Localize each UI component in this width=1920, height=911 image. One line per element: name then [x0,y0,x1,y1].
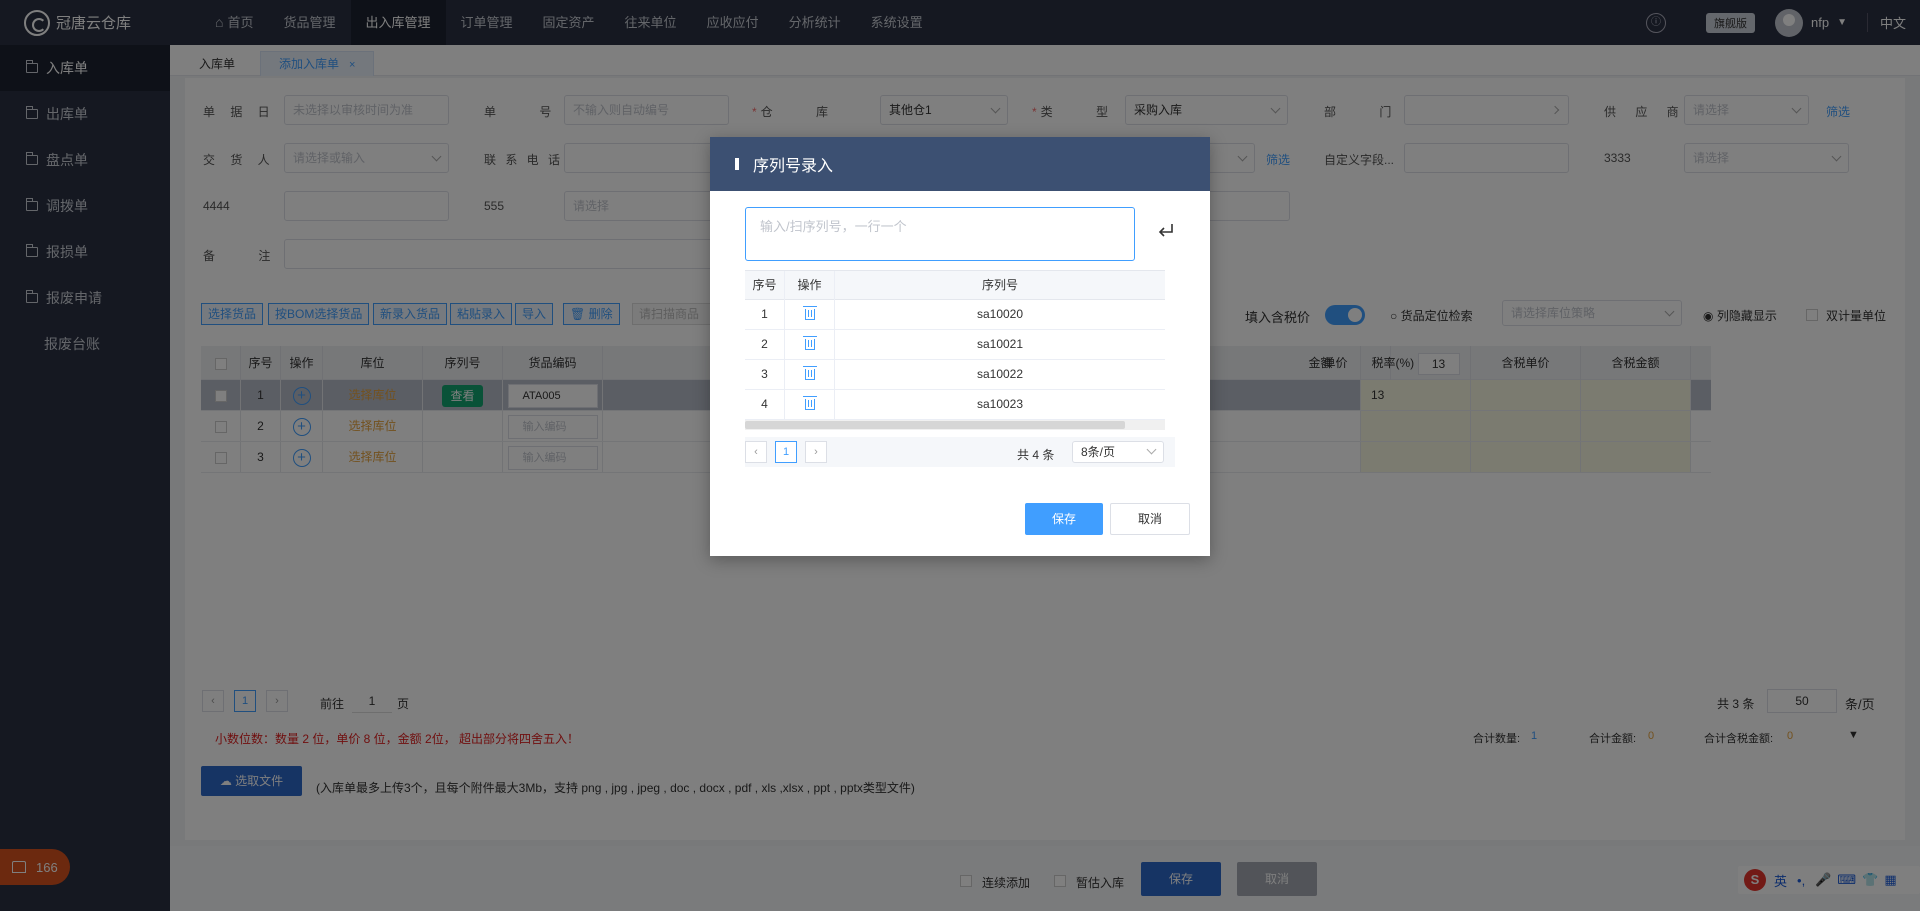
serial-table-header: 序号 操作 序列号 [745,270,1165,300]
serial-value: sa10020 [976,307,1024,321]
table-row: 2 sa10021 [745,330,1165,360]
dialog-pager: ‹ 1 › 共 4 条 8条/页 [745,437,1175,467]
horizontal-scrollbar[interactable] [745,420,1165,430]
trash-icon[interactable] [802,366,817,381]
dialog-prev-page[interactable]: ‹ [745,441,767,463]
dialog-page-current[interactable]: 1 [775,441,797,463]
trash-icon[interactable] [802,336,817,351]
enter-icon[interactable] [1156,221,1176,241]
table-row: 3 sa10022 [745,360,1165,390]
dialog-title: 序列号录入 [753,158,834,175]
table-row: 4 sa10023 [745,390,1165,420]
serial-value: sa10021 [976,337,1024,351]
scrollbar-thumb[interactable] [745,421,1125,429]
dialog-next-page[interactable]: › [805,441,827,463]
serial-entry-dialog: 序列号录入 输入/扫序列号，一行一个 序号 操作 序列号 1 sa10020 2… [710,137,1210,556]
chevron-down-icon [1146,444,1157,455]
dialog-save-button[interactable]: 保存 [1025,503,1103,535]
col-no: 序号 [745,271,785,300]
col-serial: 序列号 [981,278,1018,292]
dialog-total: 共 4 条 [1017,448,1055,462]
serial-textarea[interactable]: 输入/扫序列号，一行一个 [745,207,1135,261]
serial-value: sa10023 [976,397,1024,411]
serial-table: 序号 操作 序列号 1 sa10020 2 sa10021 3 sa10022 … [745,270,1165,430]
trash-icon[interactable] [802,306,817,321]
table-row: 1 sa10020 [745,300,1165,330]
dialog-cancel-button[interactable]: 取消 [1110,503,1190,535]
trash-icon[interactable] [802,396,817,411]
dialog-page-size[interactable]: 8条/页 [1072,441,1164,463]
title-bar-mark [735,158,739,170]
dialog-header: 序列号录入 [710,137,1210,191]
serial-value: sa10022 [976,367,1024,381]
col-op: 操作 [785,271,835,300]
